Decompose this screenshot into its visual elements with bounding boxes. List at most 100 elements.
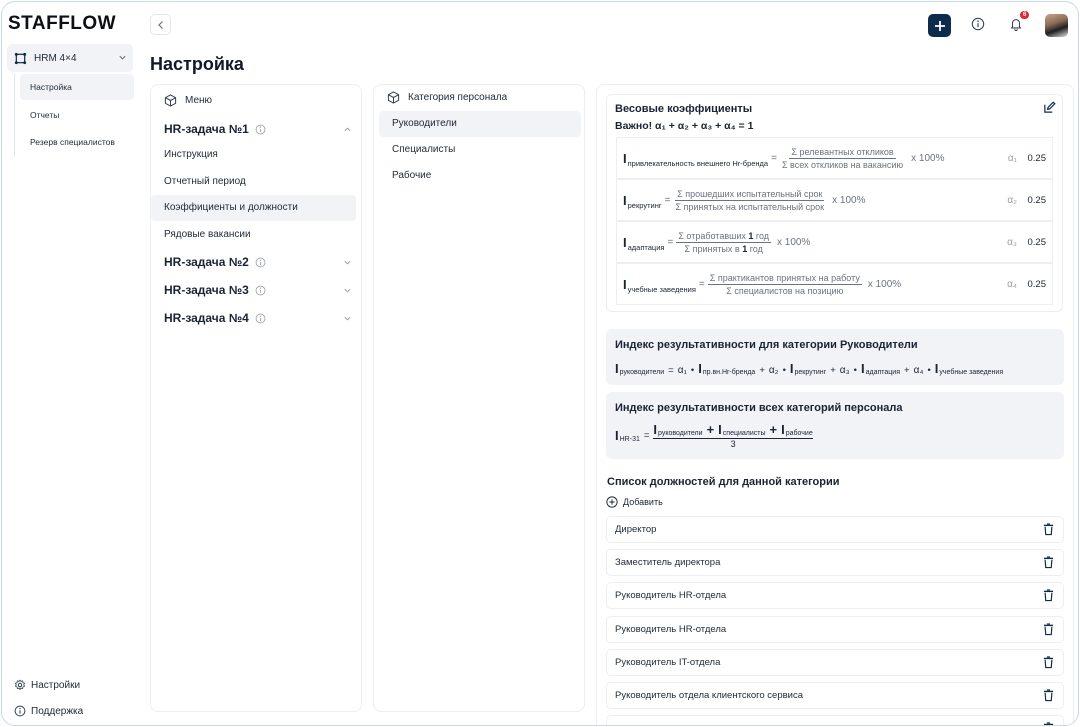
trash-icon[interactable] bbox=[1043, 556, 1054, 569]
sidebar-settings-link[interactable]: Настройки bbox=[14, 679, 80, 691]
weights-note: Важно! α₁ + α₂ + α₃ + α₄ = 1 bbox=[615, 120, 754, 132]
formula-subscript: привлекательность внешнего Hr-бренда bbox=[627, 158, 769, 168]
plus-circle-icon bbox=[606, 496, 618, 508]
task-2-toggle[interactable]: HR-задача №2 bbox=[151, 248, 363, 276]
menu-item-reporting-period[interactable]: Отчетный период bbox=[151, 169, 356, 195]
app-window: STAFFLOW HRM 4×4 Настройка Отчеты Резерв… bbox=[1, 1, 1079, 726]
index-all-formula: I HR-31 = Iруководители + Iспециалисты + … bbox=[615, 422, 813, 449]
sidebar-support-link[interactable]: Поддержка bbox=[14, 705, 83, 717]
category-item-managers[interactable]: Руководители bbox=[379, 111, 581, 137]
app-logo: STAFFLOW bbox=[8, 13, 117, 34]
task-3-toggle[interactable]: HR-задача №3 bbox=[151, 276, 363, 304]
menu-item-instruction[interactable]: Инструкция bbox=[151, 142, 356, 168]
position-row: Руководитель HR-отдела bbox=[606, 582, 1064, 609]
support-label: Поддержка bbox=[31, 705, 84, 717]
menu-panel-title: Меню bbox=[185, 95, 213, 106]
info-icon[interactable] bbox=[971, 17, 985, 31]
formula-fraction: Σ практикантов принятых на работу Σ специ… bbox=[707, 272, 862, 296]
settings-label: Настройки bbox=[31, 679, 81, 691]
chevron-down-icon bbox=[344, 260, 351, 265]
chevron-left-icon bbox=[157, 20, 163, 29]
position-name: Руководитель отдела клиентского сервиса bbox=[615, 690, 803, 701]
chevron-down-icon bbox=[344, 288, 351, 293]
avatar[interactable] bbox=[1045, 14, 1068, 37]
task-1-label: HR-задача №1 bbox=[164, 122, 249, 136]
trash-icon[interactable] bbox=[1043, 722, 1054, 726]
category-panel: Категория персонала Руководители Специал… bbox=[373, 84, 585, 712]
chevron-down-icon bbox=[344, 316, 351, 321]
position-name: Заместитель директора bbox=[615, 557, 721, 568]
sidebar-subnav: Настройка Отчеты Резерв специалистов bbox=[14, 74, 134, 157]
project-name: HRM 4×4 bbox=[34, 52, 77, 64]
trash-icon[interactable] bbox=[1043, 623, 1054, 636]
info-icon bbox=[14, 705, 26, 717]
position-name: Руководитель IT-отдела bbox=[615, 657, 721, 668]
info-icon[interactable] bbox=[255, 257, 266, 268]
position-row: Руководитель IT-отдела bbox=[606, 649, 1064, 676]
index-managers-title: Индекс результативности для категории Ру… bbox=[615, 339, 918, 351]
weights-card: Весовые коэффициенты Важно! α₁ + α₂ + α₃… bbox=[606, 94, 1063, 312]
formula-fraction: Σ отработавших 1 год Σ принятых в 1 год bbox=[676, 230, 772, 254]
gear-icon bbox=[14, 679, 26, 691]
task-4-toggle[interactable]: HR-задача №4 bbox=[151, 304, 363, 332]
alpha-label: α₄ bbox=[1007, 278, 1017, 290]
menu-item-coefficients[interactable]: Коэффициенты и должности bbox=[151, 195, 356, 221]
cube-icon bbox=[387, 91, 400, 104]
page-title: Настройка bbox=[150, 54, 244, 74]
menu-panel-header: Меню bbox=[164, 94, 212, 107]
notification-badge: 6 bbox=[1020, 11, 1030, 19]
sidebar-item-specialists-reserve[interactable]: Резерв специалистов bbox=[20, 129, 134, 155]
index-managers-formula: Iруководители = α₁ • Iпр.вн.Hr-бренда + α₂… bbox=[615, 361, 1004, 376]
trash-icon[interactable] bbox=[1043, 656, 1054, 669]
position-row: Руководитель отдела клиентского сервиса bbox=[606, 682, 1064, 709]
project-icon bbox=[14, 52, 27, 64]
add-position-button[interactable]: Добавить bbox=[606, 496, 663, 508]
position-row: Заместитель директора bbox=[606, 549, 1064, 576]
sidebar-item-settings[interactable]: Настройка bbox=[20, 74, 134, 100]
task-1-toggle[interactable]: HR-задача №1 bbox=[151, 115, 363, 143]
formula-subscript: учебные заведения bbox=[627, 284, 696, 294]
alpha-label: α₃ bbox=[1007, 236, 1017, 248]
alpha-value: 0.25 bbox=[1027, 236, 1047, 248]
position-row: Директор bbox=[606, 516, 1064, 543]
category-item-workers[interactable]: Рабочие bbox=[379, 163, 581, 189]
index-all-title: Индекс результативности всех категорий п… bbox=[615, 402, 903, 414]
index-managers-card: Индекс результативности для категории Ру… bbox=[606, 329, 1064, 385]
sidebar-item-reports[interactable]: Отчеты bbox=[20, 102, 134, 128]
formula-percent: х 100% bbox=[867, 278, 902, 290]
category-panel-title: Категория персонала bbox=[408, 92, 508, 103]
task-4-label: HR-задача №4 bbox=[164, 311, 249, 325]
menu-panel: Меню HR-задача №1 Инструкция Отчетный пе… bbox=[150, 84, 362, 712]
alpha-value: 0.25 bbox=[1027, 152, 1047, 164]
add-button[interactable] bbox=[928, 14, 951, 37]
info-icon[interactable] bbox=[255, 313, 266, 324]
info-icon[interactable] bbox=[255, 285, 266, 296]
edit-icon[interactable] bbox=[1043, 101, 1056, 114]
formula-fraction: Σ релевантных откликов Σ всех откликов на… bbox=[781, 146, 904, 170]
weights-title: Весовые коэффициенты bbox=[615, 103, 753, 115]
weight-row-brand: Iпривлекательность внешнего Hr-бренда = … bbox=[616, 137, 1053, 179]
alpha-value: 0.25 bbox=[1027, 194, 1047, 206]
category-item-specialists[interactable]: Специалисты bbox=[379, 137, 581, 163]
weight-row-adaptation: Iадаптация = Σ отработавших 1 год Σ прин… bbox=[616, 221, 1053, 263]
chevron-down-icon bbox=[119, 55, 126, 60]
positions-title: Список должностей для данной категории bbox=[607, 476, 840, 488]
weight-row-education: Iучебные заведения = Σ практикантов прин… bbox=[616, 263, 1053, 305]
project-selector[interactable]: HRM 4×4 bbox=[7, 44, 133, 72]
bell-icon[interactable] bbox=[1009, 17, 1023, 31]
formula-subscript: адаптация bbox=[627, 242, 665, 252]
formula-subscript: рекрутинг bbox=[627, 200, 662, 210]
plus-icon bbox=[934, 20, 945, 31]
position-name: Руководитель HR-отдела bbox=[615, 624, 727, 635]
cube-icon bbox=[164, 94, 177, 107]
info-icon[interactable] bbox=[255, 124, 266, 135]
formula-percent: х 100% bbox=[911, 152, 945, 164]
menu-item-regular-vacancies[interactable]: Рядовые вакансии bbox=[151, 222, 356, 248]
trash-icon[interactable] bbox=[1043, 689, 1054, 702]
position-row-partial bbox=[606, 715, 1064, 726]
trash-icon[interactable] bbox=[1043, 523, 1054, 536]
category-panel-header: Категория персонала bbox=[387, 91, 507, 104]
trash-icon[interactable] bbox=[1043, 589, 1054, 602]
back-button[interactable] bbox=[150, 14, 171, 35]
formula-percent: х 100% bbox=[832, 194, 866, 206]
